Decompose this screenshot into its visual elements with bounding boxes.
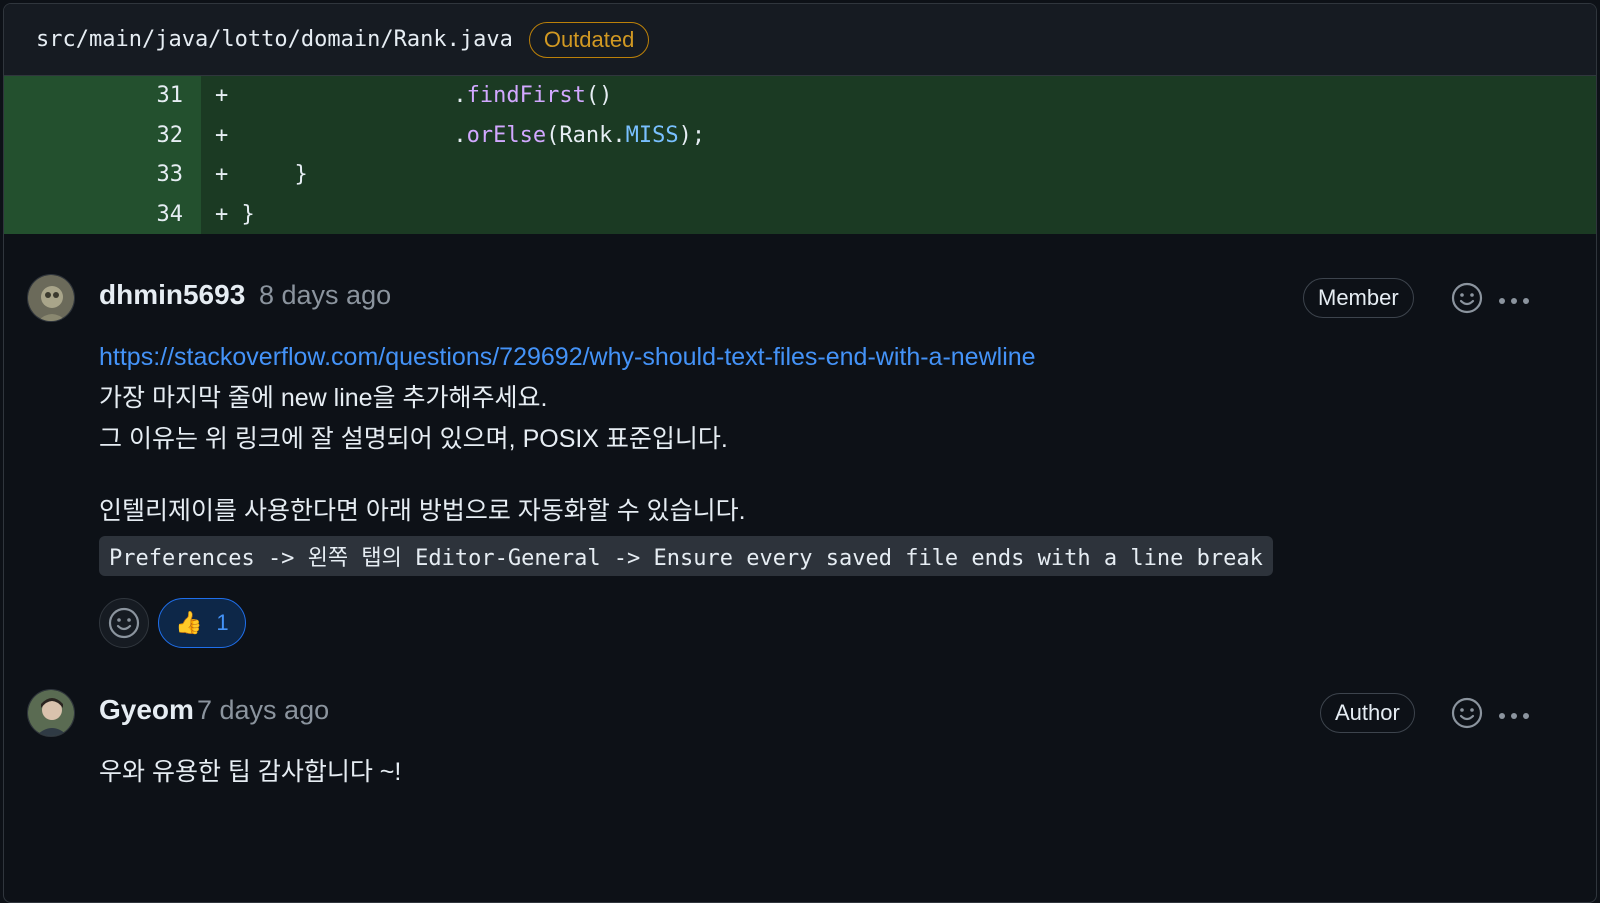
avatar[interactable] (27, 689, 75, 737)
line-number[interactable]: 34 (4, 194, 201, 234)
code-token: . (453, 122, 467, 148)
kebab-menu-icon[interactable] (1497, 708, 1531, 726)
code-token: } (294, 162, 308, 188)
reaction-count: 1 (216, 610, 229, 635)
diff-line: 31 + .findFirst() (4, 76, 1596, 116)
diff-sign: + (215, 201, 229, 227)
code-token: MISS (625, 122, 679, 148)
comment-body: https://stackoverflow.com/questions/7296… (99, 337, 1036, 460)
diff-line: 33 + } (4, 155, 1596, 195)
diff-line: 32 + .orElse(Rank.MISS); (4, 115, 1596, 155)
code-token: orElse (466, 122, 547, 148)
kebab-menu-icon[interactable] (1497, 293, 1531, 311)
code-content: + } (201, 162, 308, 187)
thumbs-up-icon: 👍 (175, 610, 203, 635)
body-line: 가장 마지막 줄에 new line을 추가해주세요. (99, 384, 548, 412)
code-token: ); (678, 122, 706, 148)
comment-author[interactable]: dhmin5693 (99, 279, 245, 311)
line-number[interactable]: 31 (4, 76, 201, 116)
diff-sign: + (215, 122, 229, 148)
comment-author[interactable]: Gyeom (99, 694, 194, 726)
code-token: (Rank. (546, 122, 626, 148)
thumbs-up-reaction[interactable]: 👍 1 (158, 598, 246, 648)
stackoverflow-link[interactable]: https://stackoverflow.com/questions/7296… (99, 343, 1036, 371)
diff-sign: + (215, 83, 229, 109)
code-content: + } (201, 202, 255, 227)
code-token: findFirst (466, 83, 586, 109)
file-path-link[interactable]: src/main/java/lotto/domain/Rank.java (36, 27, 513, 52)
line-number[interactable]: 32 (4, 115, 201, 155)
diff-sign: + (215, 162, 229, 188)
comment-body: 우와 유용한 팁 감사합니다 ~! (99, 758, 402, 786)
code-content: + .orElse(Rank.MISS); (201, 123, 705, 148)
member-badge: Member (1303, 278, 1414, 318)
diff-line: 34 + } (4, 194, 1596, 234)
smiley-icon (108, 607, 140, 639)
comment-timestamp[interactable]: 8 days ago (259, 280, 391, 311)
file-header: src/main/java/lotto/domain/Rank.java Out… (4, 4, 1596, 76)
code-content: + .findFirst() (201, 83, 612, 108)
body-line: 그 이유는 위 링크에 잘 설명되어 있으며, POSIX 표준입니다. (99, 425, 728, 453)
avatar[interactable] (27, 274, 75, 322)
comment-timestamp[interactable]: 7 days ago (197, 695, 329, 726)
inline-code: Preferences -> 왼쪽 탭의 Editor-General -> E… (99, 536, 1273, 576)
code-token: . (453, 83, 467, 109)
outdated-badge: Outdated (528, 21, 650, 58)
code-token: } (241, 201, 255, 227)
diff-hunk: 31 + .findFirst() 32 + .orElse(Rank.MISS); 3… (4, 76, 1596, 234)
line-number[interactable]: 33 (4, 155, 201, 195)
add-reaction-icon[interactable] (1451, 697, 1483, 734)
author-badge: Author (1320, 693, 1415, 733)
code-token: () (585, 83, 613, 109)
add-reaction-icon[interactable] (1451, 282, 1483, 319)
add-reaction-button[interactable] (99, 598, 149, 648)
body-paragraph: 인텔리제이를 사용한다면 아래 방법으로 자동화할 수 있습니다. (99, 497, 746, 525)
review-thread: src/main/java/lotto/domain/Rank.java Out… (3, 3, 1597, 903)
